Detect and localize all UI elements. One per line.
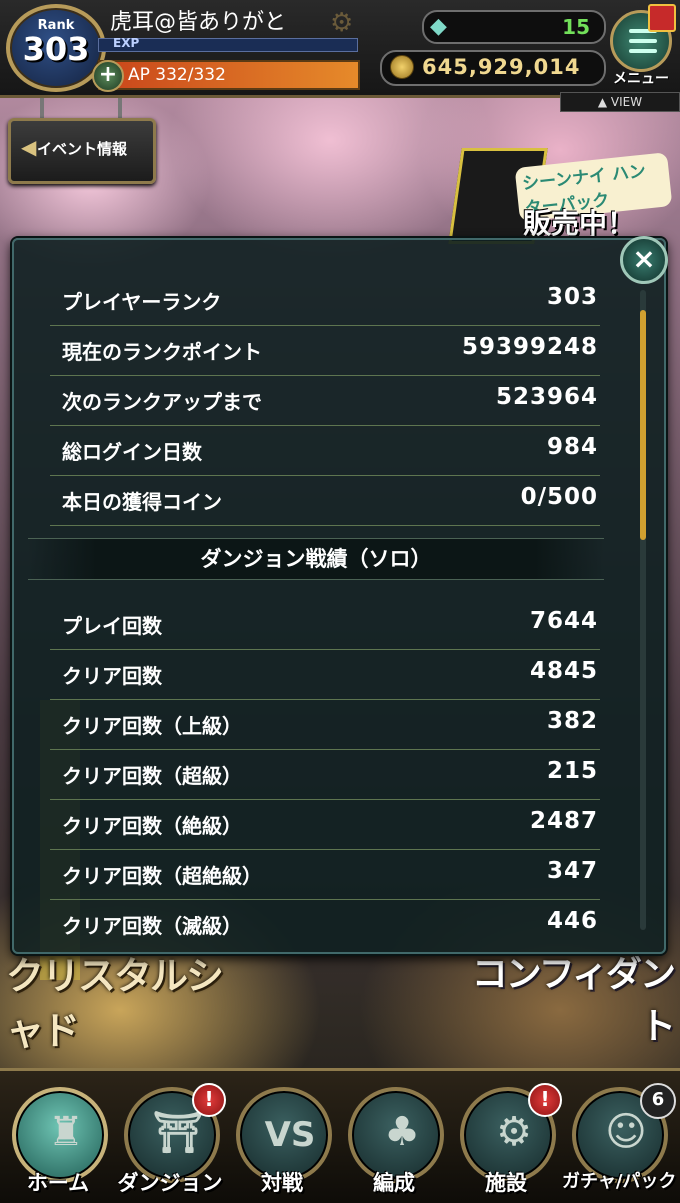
alert-badge: ! bbox=[528, 1083, 562, 1117]
chain-decoration bbox=[118, 98, 122, 118]
ap-label: AP bbox=[128, 65, 150, 85]
gem-counter[interactable]: ◆ 15 bbox=[422, 10, 606, 44]
stat-label: 現在のランクポイント bbox=[62, 340, 262, 364]
background-banner-left: クリスタルシャド bbox=[6, 953, 224, 1053]
gem-count: 15 bbox=[562, 15, 590, 39]
stat-label: クリア回数（滅級） bbox=[62, 914, 242, 938]
castle-icon: ♜ bbox=[48, 1109, 84, 1155]
nav-battle[interactable]: VS 対戦 bbox=[230, 1083, 334, 1199]
nav-gacha-label: ガチャ/パック bbox=[562, 1171, 677, 1192]
stat-row: 現在のランクポイント 59399248 bbox=[50, 326, 600, 376]
panel-scrollbar[interactable] bbox=[640, 290, 646, 930]
gem-icon: ◆ bbox=[430, 14, 447, 39]
view-label: VIEW bbox=[610, 95, 643, 109]
stat-value: 0/500 bbox=[520, 484, 598, 510]
stat-value: 59399248 bbox=[461, 334, 598, 360]
cards-icon: ♣ bbox=[384, 1109, 420, 1155]
stat-value: 347 bbox=[546, 858, 598, 884]
arrow-left-icon: ◀ bbox=[21, 135, 37, 159]
stat-label: 次のランクアップまで bbox=[62, 390, 262, 414]
gacha-count-badge: 6 bbox=[640, 1083, 676, 1119]
close-button[interactable]: × bbox=[620, 236, 668, 284]
nav-deck-label: 編成 bbox=[373, 1171, 415, 1195]
stat-label: クリア回数 bbox=[62, 664, 162, 688]
coin-counter[interactable]: 645,929,014 bbox=[380, 50, 606, 86]
background-banner-right: コンフィダント bbox=[471, 953, 676, 1047]
promo-banner[interactable]: シーンナイ ハンターパック 販売中！ bbox=[448, 128, 673, 244]
exp-label: EXP bbox=[113, 36, 140, 50]
stat-value: 446 bbox=[546, 908, 598, 934]
stat-label: クリア回数（超絶級） bbox=[62, 864, 262, 888]
nav-deck[interactable]: ♣ 編成 bbox=[342, 1083, 446, 1199]
chain-decoration bbox=[40, 98, 44, 118]
rank-value: 303 bbox=[22, 30, 90, 68]
event-info-label: イベント情報 bbox=[37, 140, 128, 158]
stat-value: 215 bbox=[546, 758, 598, 784]
stat-value: 382 bbox=[546, 708, 598, 734]
nav-home[interactable]: ♜ ホーム bbox=[6, 1083, 110, 1199]
stat-value: 984 bbox=[546, 434, 598, 460]
exp-bar: EXP bbox=[98, 36, 358, 52]
promo-sale: 販売中！ bbox=[523, 207, 636, 240]
stat-label: プレイヤーランク bbox=[62, 290, 222, 314]
nav-dungeon-label: ダンジョン bbox=[117, 1171, 223, 1195]
view-toggle[interactable]: ▲ VIEW bbox=[560, 92, 680, 112]
stat-label: クリア回数（超級） bbox=[62, 764, 242, 788]
stat-value: 2487 bbox=[529, 808, 598, 834]
header-bar: Rank 303 虎耳@皆ありがと ⚙ EXP AP 332/332 + ◆ 1… bbox=[0, 0, 680, 98]
stat-row: 総ログイン日数 984 bbox=[50, 426, 600, 476]
dungeon-stats-list: プレイ回数 7644 クリア回数 4845 クリア回数（上級） 382 クリア回… bbox=[50, 600, 600, 949]
section-title: ダンジョン戦績（ソロ） bbox=[200, 547, 432, 571]
ap-text: AP 332/332 bbox=[128, 65, 226, 85]
stat-row: クリア回数（絶級） 2487 bbox=[50, 800, 600, 850]
stat-label: 総ログイン日数 bbox=[62, 440, 202, 464]
stat-row: プレイヤーランク 303 bbox=[50, 276, 600, 326]
stat-row: クリア回数（超絶級） 347 bbox=[50, 850, 600, 900]
ap-recover-button[interactable]: + bbox=[92, 60, 124, 92]
stat-label: クリア回数（絶級） bbox=[62, 814, 242, 838]
nav-facility[interactable]: ⚙ ! 施設 bbox=[454, 1083, 562, 1199]
stat-row: 次のランクアップまで 523964 bbox=[50, 376, 600, 426]
scroll-thumb[interactable] bbox=[640, 310, 646, 540]
stat-value: 4845 bbox=[529, 658, 598, 684]
nav-dungeon[interactable]: ⛩ ! ダンジョン bbox=[118, 1083, 226, 1199]
vs-glyph: VS bbox=[264, 1115, 316, 1155]
stat-row: プレイ回数 7644 bbox=[50, 600, 600, 650]
gift-icon bbox=[648, 4, 676, 32]
nav-facility-label: 施設 bbox=[485, 1171, 527, 1195]
coin-icon bbox=[390, 55, 414, 79]
nav-battle-label: 対戦 bbox=[261, 1171, 303, 1195]
ap-value: 332/332 bbox=[155, 65, 226, 85]
stat-label: プレイ回数 bbox=[62, 614, 162, 638]
player-name: 虎耳@皆ありがと bbox=[110, 10, 287, 35]
gear-icon: ⚙ bbox=[330, 8, 354, 38]
nav-gacha[interactable]: ☺ 6 ガチャ/パック bbox=[562, 1083, 676, 1199]
stat-value: 523964 bbox=[495, 384, 598, 410]
stat-label: クリア回数（上級） bbox=[62, 714, 242, 738]
player-stats-list: プレイヤーランク 303 現在のランクポイント 59399248 次のランクアッ… bbox=[50, 276, 600, 526]
stat-row: クリア回数（超級） 215 bbox=[50, 750, 600, 800]
stat-value: 303 bbox=[546, 284, 598, 310]
stat-value: 7644 bbox=[529, 608, 598, 634]
stat-row: クリア回数（上級） 382 bbox=[50, 700, 600, 750]
stat-row: 本日の獲得コイン 0/500 bbox=[50, 476, 600, 526]
stat-row: クリア回数 4845 bbox=[50, 650, 600, 700]
bottom-nav: ♜ ホーム ⛩ ! ダンジョン VS 対戦 ♣ 編成 ⚙ ! 施設 ☺ 6 ガチ… bbox=[0, 1068, 680, 1203]
nav-home-label: ホーム bbox=[26, 1171, 90, 1195]
ap-bar: AP 332/332 bbox=[98, 60, 360, 90]
menu-button[interactable]: メニュー bbox=[608, 4, 676, 87]
event-info-button[interactable]: ◀ イベント情報 bbox=[8, 118, 156, 184]
stat-row: クリア回数（滅級） 446 bbox=[50, 900, 600, 949]
stat-label: 本日の獲得コイン bbox=[62, 490, 222, 514]
dungeon-section-header: ダンジョン戦績（ソロ） bbox=[28, 538, 604, 580]
coin-count: 645,929,014 bbox=[422, 55, 581, 79]
alert-badge: ! bbox=[192, 1083, 226, 1117]
menu-label: メニュー bbox=[613, 71, 669, 87]
rank-badge[interactable]: Rank 303 bbox=[6, 4, 106, 92]
